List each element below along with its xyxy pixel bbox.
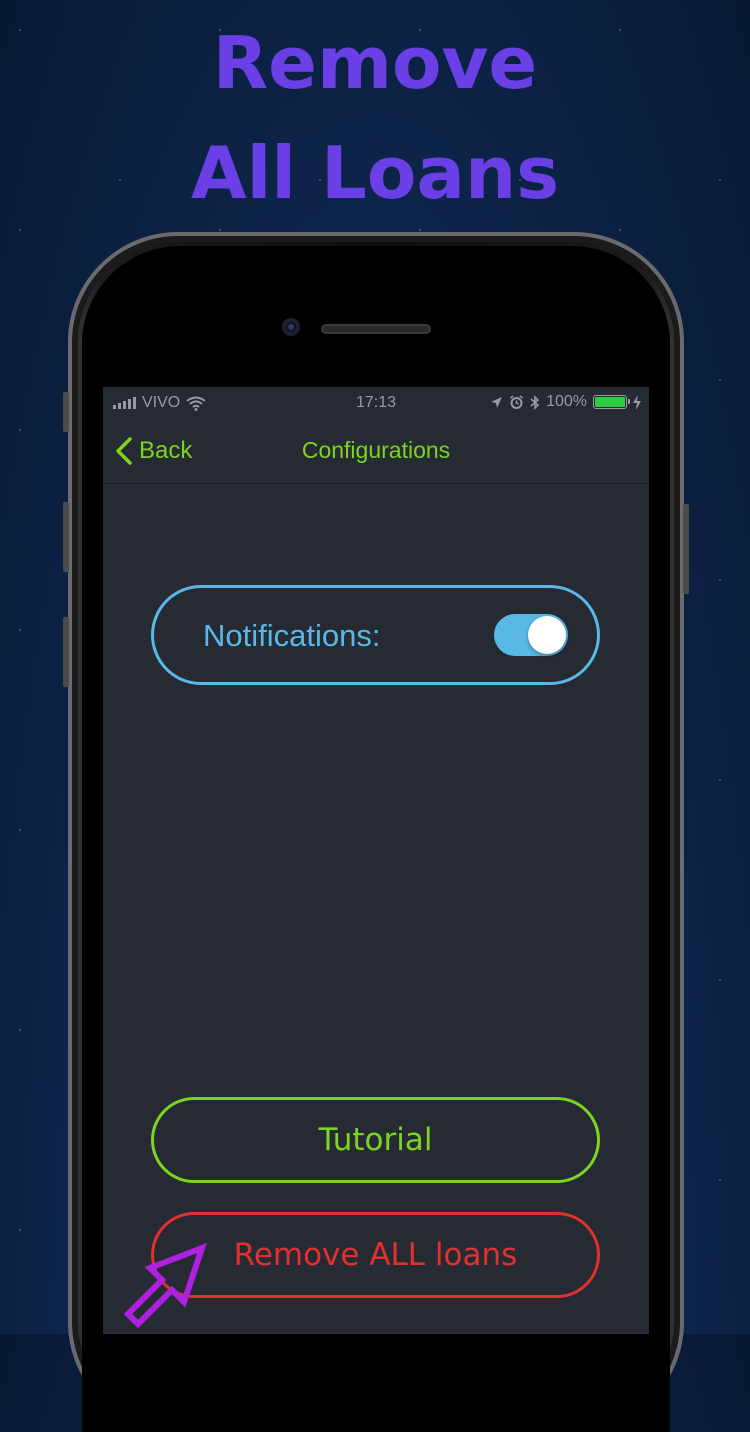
front-camera <box>282 318 300 336</box>
notifications-setting-row: Notifications: <box>151 585 600 685</box>
page-title: Configurations <box>301 437 451 463</box>
battery-level-fill <box>595 397 625 407</box>
toggle-knob <box>528 616 566 654</box>
location-arrow-icon <box>491 396 503 408</box>
bluetooth-icon <box>530 394 540 410</box>
promo-title-line2: All Loans <box>190 131 560 215</box>
app-screen: VIVO 17:13 100% Back Configurations Noti… <box>103 387 649 1334</box>
volume-down-button <box>63 617 69 687</box>
tutorial-button[interactable]: Tutorial <box>151 1097 600 1183</box>
notifications-toggle[interactable] <box>494 614 568 656</box>
status-right: 100% <box>490 393 641 411</box>
battery-icon <box>593 395 630 409</box>
arrow-pointer-icon <box>123 1242 207 1329</box>
promo-title-line1: Remove <box>212 21 538 105</box>
notifications-label: Notifications: <box>203 618 381 653</box>
power-button <box>683 504 689 594</box>
remove-all-loans-button[interactable]: Remove ALL loans <box>151 1212 600 1298</box>
mute-switch <box>63 392 69 432</box>
navigation-bar: Back Configurations <box>103 419 649 484</box>
earpiece-speaker <box>321 324 431 334</box>
lightning-icon <box>633 394 641 410</box>
volume-up-button <box>63 502 69 572</box>
status-bar: VIVO 17:13 100% <box>103 387 649 419</box>
alarm-icon <box>510 394 524 409</box>
battery-percent: 100% <box>546 393 587 410</box>
